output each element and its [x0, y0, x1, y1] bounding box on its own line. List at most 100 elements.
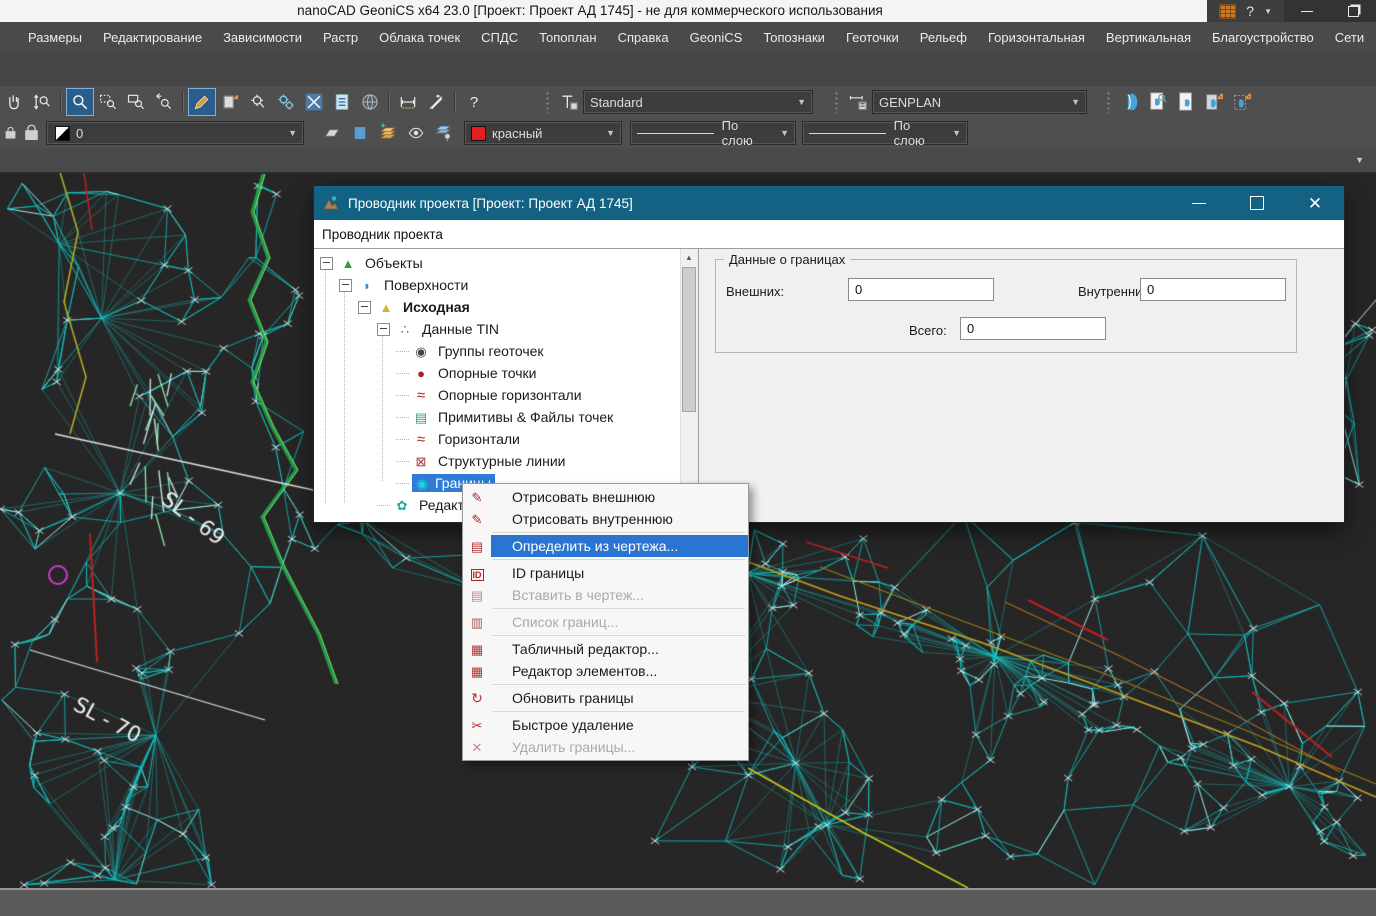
chevron-down-icon[interactable]: ▼ — [1355, 155, 1364, 165]
zoom-icon[interactable] — [67, 89, 93, 115]
menu-item-quick-delete[interactable]: ✂ Быстрое удаление — [463, 714, 748, 736]
tree-item-reference-points[interactable]: ● Опорные точки — [314, 362, 698, 384]
dialog-titlebar[interactable]: Проводник проекта [Проект: Проект АД 174… — [314, 186, 1344, 220]
menu-spravka[interactable]: Справка — [618, 30, 669, 45]
menu-rastr[interactable]: Растр — [323, 30, 358, 45]
dim-style-icon — [845, 89, 871, 115]
menu-zavisimosti[interactable]: Зависимости — [223, 30, 302, 45]
scroll-up-icon[interactable]: ▲ — [681, 249, 697, 266]
settings-search-icon[interactable] — [245, 89, 271, 115]
toolbar-grip[interactable] — [545, 91, 550, 113]
zoom-object-icon[interactable] — [123, 89, 149, 115]
menu-gorizontalnaya[interactable]: Горизонтальная — [988, 30, 1085, 45]
measure-distance-icon[interactable] — [395, 89, 421, 115]
zoom-window-icon[interactable] — [95, 89, 121, 115]
measure-angle-icon[interactable] — [423, 89, 449, 115]
menu-razmery[interactable]: Размеры — [28, 30, 82, 45]
tree-item-surfaces[interactable]: ◗ Поверхности — [314, 274, 698, 296]
tree-item-point-groups[interactable]: ◉ Группы геоточек — [314, 340, 698, 362]
tree-item-tin-data[interactable]: ∴ Данные TIN — [314, 318, 698, 340]
menu-blagoustroystvo[interactable]: Благоустройство — [1212, 30, 1314, 45]
toolbar-grip[interactable] — [834, 91, 839, 113]
menu-item-draw-outer[interactable]: ✎ Отрисовать внешнюю — [463, 486, 748, 508]
toolbar-grip[interactable] — [1106, 91, 1111, 113]
outer-input[interactable]: 0 — [848, 278, 994, 301]
menu-item-table-editor[interactable]: ▦ Табличный редактор... — [463, 638, 748, 660]
table-icon[interactable] — [1219, 4, 1236, 19]
menu-relef[interactable]: Рельеф — [920, 30, 967, 45]
layers-previous-icon[interactable] — [375, 120, 401, 146]
tree-item-primitives-files[interactable]: ▤ Примитивы & Файлы точек — [314, 406, 698, 428]
layer-properties-icon[interactable] — [347, 120, 373, 146]
menu-vertikalnaya[interactable]: Вертикальная — [1106, 30, 1191, 45]
draw-boundary-icon: ✎ — [463, 513, 491, 526]
text-style-combo[interactable]: Standard ▼ — [583, 90, 813, 114]
import-project-icon[interactable] — [1201, 89, 1227, 115]
export-project-icon[interactable] — [1229, 89, 1255, 115]
menu-redaktirovanie[interactable]: Редактирование — [103, 30, 202, 45]
menu-oblaka-tochek[interactable]: Облака точек — [379, 30, 460, 45]
tree-scrollbar[interactable]: ▲ ▼ — [680, 249, 698, 522]
menu-geotochki[interactable]: Геоточки — [846, 30, 899, 45]
menu-spds[interactable]: СПДС — [481, 30, 518, 45]
layer-combo[interactable]: 0 ▼ — [46, 121, 304, 145]
menu-item-update-boundaries[interactable]: ↻ Обновить границы — [463, 687, 748, 709]
minimize-button[interactable] — [1284, 0, 1330, 22]
pan-icon[interactable] — [1, 89, 27, 115]
lineweight-combo[interactable]: По слою ▼ — [802, 121, 968, 145]
make-layer-current-icon[interactable] — [319, 120, 345, 146]
sphere-icon[interactable] — [357, 89, 383, 115]
scrollbar-thumb[interactable] — [682, 267, 696, 412]
menu-item-define-from-drawing[interactable]: ▤ Определить из чертежа... — [463, 535, 748, 557]
layer-visibility-icon[interactable] — [403, 120, 429, 146]
inner-input[interactable]: 0 — [1140, 278, 1286, 301]
menu-item-boundary-id[interactable]: ID ID границы — [463, 562, 748, 584]
zoom-dynamic-icon[interactable] — [29, 89, 55, 115]
lock-icon[interactable] — [1, 120, 19, 146]
menu-seti[interactable]: Сети — [1335, 30, 1364, 45]
menu-topoplan[interactable]: Топоплан — [539, 30, 596, 45]
linetype-combo[interactable]: По слою ▼ — [630, 121, 796, 145]
list-icon[interactable] — [329, 89, 355, 115]
zoom-previous-icon[interactable] — [151, 89, 177, 115]
dialog-maximize-button[interactable] — [1228, 186, 1286, 220]
total-input[interactable]: 0 — [960, 317, 1106, 340]
tree-item-contours[interactable]: ≈ Горизонтали — [314, 428, 698, 450]
restore-button[interactable] — [1330, 0, 1376, 22]
color-combo[interactable]: красный ▼ — [464, 121, 622, 145]
collapse-icon[interactable] — [320, 257, 333, 270]
sheet-properties-icon[interactable] — [217, 89, 243, 115]
dialog-close-button[interactable]: ✕ — [1286, 186, 1344, 220]
open-project-icon[interactable] — [1145, 89, 1171, 115]
collapse-icon[interactable] — [358, 301, 371, 314]
tree-item-reference-contours[interactable]: ≈ Опорные горизонтали — [314, 384, 698, 406]
dialog-minimize-button[interactable] — [1170, 186, 1228, 220]
menu-item-boundary-list[interactable]: ▥ Список границ... — [463, 611, 748, 633]
tree-item-structure-lines[interactable]: ⊠ Структурные линии — [314, 450, 698, 472]
project-doc-icon[interactable] — [1173, 89, 1199, 115]
help-icon[interactable]: ? — [1246, 3, 1254, 19]
menu-geonics[interactable]: GeoniCS — [690, 30, 743, 45]
dialog-heading: Проводник проекта — [314, 220, 1344, 249]
edit-icon[interactable] — [189, 89, 215, 115]
menu-item-insert-to-drawing[interactable]: ▤ Вставить в чертеж... — [463, 584, 748, 606]
menu-topoznaki[interactable]: Топознаки — [763, 30, 825, 45]
text-style-value: Standard — [590, 95, 643, 110]
collapse-icon[interactable] — [377, 323, 390, 336]
layer-freeze-icon[interactable] — [431, 120, 457, 146]
menu-item-delete-boundaries[interactable]: ✕ Удалить границы... — [463, 736, 748, 758]
menu-item-element-editor[interactable]: ▦ Редактор элементов... — [463, 660, 748, 682]
tree-item-source-surface[interactable]: ▲ Исходная — [314, 296, 698, 318]
tin-points-icon: ∴ — [396, 323, 414, 336]
project-explorer-icon — [322, 194, 340, 212]
tree-item-objects[interactable]: ▲ Объекты — [314, 252, 698, 274]
geonics-project-icon[interactable] — [1117, 89, 1143, 115]
collapse-icon[interactable] — [339, 279, 352, 292]
gears-icon[interactable] — [273, 89, 299, 115]
layer-state-icon[interactable] — [21, 120, 41, 146]
tools-icon[interactable] — [301, 89, 327, 115]
chevron-down-icon[interactable]: ▼ — [1264, 7, 1272, 16]
toolbar-help-icon[interactable]: ? — [461, 89, 487, 115]
menu-item-draw-inner[interactable]: ✎ Отрисовать внутреннюю — [463, 508, 748, 530]
dim-style-combo[interactable]: GENPLAN ▼ — [872, 90, 1087, 114]
